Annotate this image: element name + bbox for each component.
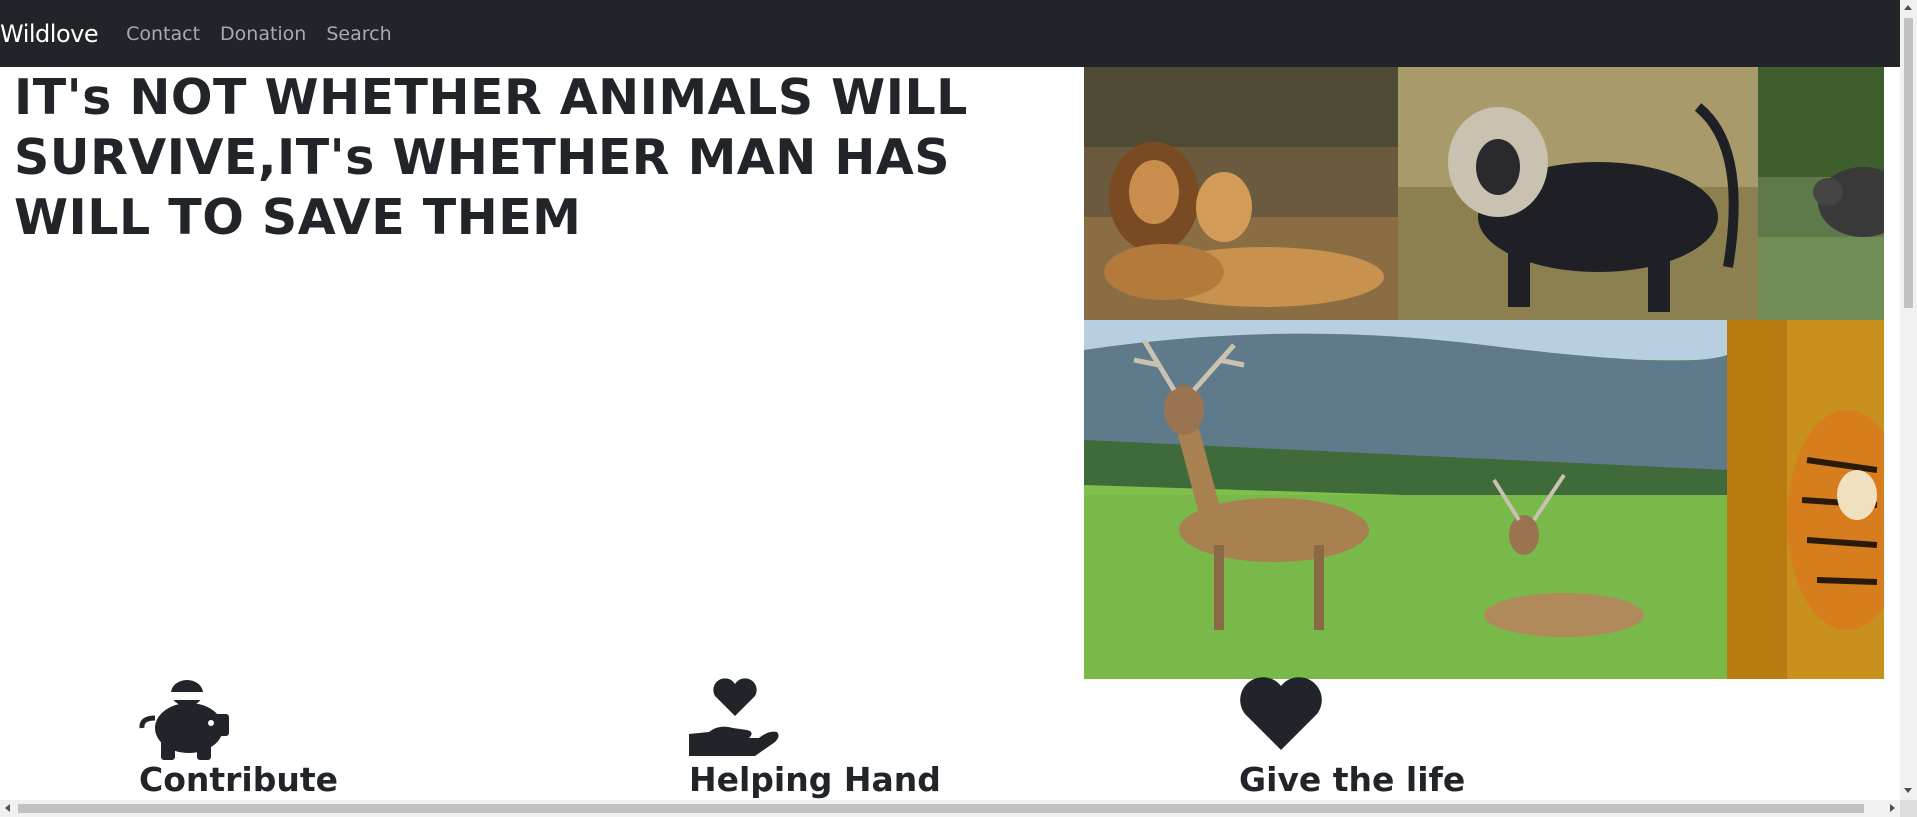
nav-link-donation[interactable]: Donation — [220, 23, 306, 45]
nav-link-contact[interactable]: Contact — [126, 23, 200, 45]
feature-title-helping-hand: Helping Hand — [689, 760, 941, 799]
feature-give-life: Give the life — [1239, 676, 1465, 799]
vertical-scrollbar[interactable] — [1900, 0, 1917, 800]
nav-link-search[interactable]: Search — [326, 23, 391, 45]
hero-headline: IT's NOT WHETHER ANIMALS WILL SURVIVE,IT… — [14, 69, 968, 246]
horizontal-scrollbar[interactable] — [0, 800, 1917, 817]
heart-icon — [1240, 677, 1322, 750]
scrollbar-corner — [1900, 800, 1917, 817]
tiger-image — [1727, 320, 1884, 679]
animal-gallery — [1084, 67, 1884, 679]
scroll-left-icon[interactable] — [5, 804, 10, 812]
brand-link[interactable]: Wildlove — [0, 20, 99, 48]
feature-title-contribute: Contribute — [139, 760, 339, 799]
macaque-image — [1398, 67, 1758, 320]
vertical-scrollbar-thumb[interactable] — [1904, 18, 1913, 308]
navbar: Wildlove Contact Donation Search — [0, 0, 1900, 67]
horizontal-scrollbar-thumb[interactable] — [18, 804, 1864, 813]
feature-title-give-life: Give the life — [1239, 760, 1466, 799]
lions-image — [1084, 67, 1398, 320]
rhino-image — [1758, 67, 1884, 320]
scroll-down-icon[interactable] — [1904, 788, 1912, 793]
scroll-up-icon[interactable] — [1904, 5, 1912, 10]
scroll-right-icon[interactable] — [1890, 804, 1895, 812]
feature-helping-hand: Helping Hand — [689, 676, 941, 799]
piggy-bank-icon — [139, 680, 229, 760]
feature-contribute: Contribute — [139, 676, 338, 799]
deer-image — [1084, 320, 1727, 679]
hand-holding-heart-icon — [689, 678, 779, 756]
